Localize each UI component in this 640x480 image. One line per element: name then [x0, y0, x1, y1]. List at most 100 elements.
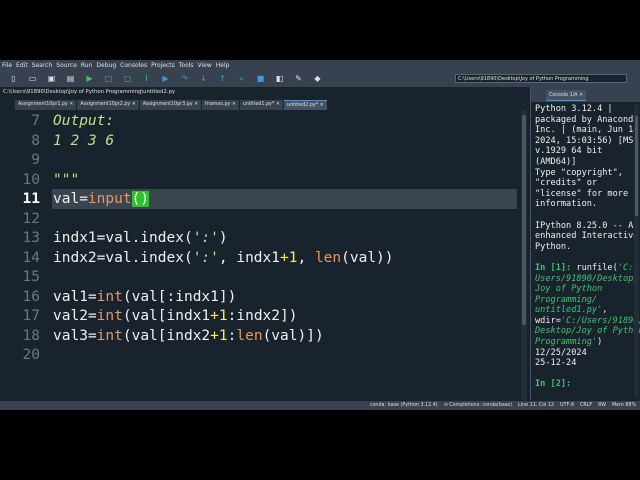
- spyder-window: File Edit Search Source Run Debug Consoles Proj…: [0, 60, 640, 410]
- code-token: +1: [210, 308, 228, 324]
- run-cell-advance-icon[interactable]: ▢: [118, 73, 137, 85]
- line-number: 15: [22, 269, 40, 285]
- code-line: val1=int(val[:indx1]): [53, 287, 236, 307]
- menu-file[interactable]: File: [2, 62, 12, 69]
- code-token: input: [87, 191, 132, 207]
- editor-tab[interactable]: Assignment10pr1.py ✕: [15, 100, 77, 110]
- code-token: +1: [210, 327, 228, 344]
- line-number: 12: [22, 210, 40, 227]
- code-token: int: [96, 288, 123, 305]
- code-token: 1 2 3 6: [53, 132, 115, 149]
- code-token: (val)): [341, 249, 394, 266]
- editor-tab[interactable]: Assignment10pr3.py ✕: [139, 100, 202, 110]
- menu-bar: File Edit Search Source Run Debug Consoles Proj…: [0, 60, 640, 70]
- code-token: (val)]): [262, 327, 324, 344]
- line-number: 11: [22, 191, 40, 207]
- line-number: 20: [22, 347, 40, 363]
- step-icon[interactable]: ↷: [175, 73, 194, 85]
- run-selection-icon[interactable]: I: [137, 73, 156, 85]
- save-all-icon[interactable]: ▤: [61, 73, 80, 85]
- menu-search[interactable]: Search: [32, 62, 53, 69]
- status-item: UTF-8: [560, 403, 575, 408]
- status-item: ⟲ Completions: conda(base): [443, 403, 513, 408]
- code-token: int: [96, 327, 123, 344]
- stop-icon[interactable]: ■: [251, 73, 270, 85]
- status-item: RW: [598, 403, 607, 408]
- editor-tab[interactable]: untitled1.py* ✕: [239, 100, 283, 110]
- code-token: ): [218, 230, 228, 246]
- code-token: val2=: [53, 308, 97, 324]
- code-token: ':': [192, 249, 219, 266]
- console-banner: Python 3.12.4 | packaged by Anaconda, In…: [535, 104, 640, 252]
- code-token: ':': [192, 230, 219, 246]
- code-line: """: [53, 170, 79, 190]
- editor-tab[interactable]: Assignment10pr2.py ✕: [77, 100, 139, 110]
- code-token: int: [96, 308, 123, 324]
- maximize-pane-icon[interactable]: ◧: [270, 73, 289, 85]
- line-numbers: 7 8 9 10 11 12 13 14 15 16 17 18 20: [0, 110, 50, 400]
- code-token: val=: [53, 191, 88, 207]
- new-file-icon[interactable]: ▯: [4, 73, 23, 85]
- code-line: val3=int(val[indx2+1:len(val)]): [53, 326, 324, 346]
- cmd: ): [597, 337, 603, 348]
- console-output: Python 3.12.4 | packaged by Anaconda, In…: [535, 104, 640, 390]
- code-token: indx2=val.index(: [53, 249, 193, 266]
- console-scrollbar[interactable]: [634, 104, 639, 397]
- run-icon[interactable]: ▶: [80, 73, 99, 85]
- editor-tab[interactable]: fnames.py ✕: [202, 100, 239, 110]
- run-cell-icon[interactable]: ▢: [99, 73, 118, 85]
- code-editor[interactable]: 7 8 9 10 11 12 13 14 15 16 17 18 20 Output: 1 2 3 6 ""…: [0, 110, 528, 400]
- console-tab[interactable]: Console 1/A ✕: [546, 90, 587, 101]
- code-token: ,: [297, 249, 315, 266]
- code-token: (val[indx2: [122, 327, 211, 344]
- editor-tab[interactable]: untitled2.py* ✕: [283, 100, 327, 110]
- line-number: 10: [22, 171, 40, 188]
- menu-edit[interactable]: Edit: [16, 62, 28, 69]
- code-line: Output:: [53, 111, 114, 131]
- prompt: In [2]:: [535, 379, 572, 390]
- code-token: :indx2]): [227, 308, 298, 324]
- code-token: (): [131, 191, 150, 207]
- line-number: 7: [31, 113, 40, 129]
- code-token: val1=: [53, 288, 97, 305]
- step-into-icon[interactable]: ↓: [194, 73, 213, 85]
- continue-icon[interactable]: »: [232, 73, 251, 85]
- line-number: 13: [22, 230, 40, 246]
- status-item: Mem 88%: [612, 403, 636, 408]
- editor-scrollbar[interactable]: [521, 110, 527, 400]
- code-line: 1 2 3 6: [53, 131, 114, 151]
- code-token: (val[indx1: [122, 308, 211, 324]
- save-icon[interactable]: ▣: [42, 73, 61, 85]
- menu-debug[interactable]: Debug: [96, 62, 116, 69]
- menu-tools[interactable]: Tools: [179, 62, 194, 69]
- working-directory-input[interactable]: C:\Users\91890\Desktop\Joy of Python Pro…: [455, 74, 627, 83]
- code-line: val=input(): [53, 189, 150, 209]
- menu-help[interactable]: Help: [216, 62, 230, 69]
- line-number: 16: [22, 288, 40, 305]
- editor-tabs: Assignment10pr1.py ✕ Assignment10pr2.py ✕…: [0, 98, 528, 110]
- menu-run[interactable]: Run: [81, 62, 93, 69]
- line-number: 18: [22, 327, 40, 344]
- menu-source[interactable]: Source: [56, 62, 77, 69]
- code-token: len: [314, 249, 342, 266]
- code-token: Output:: [53, 113, 115, 129]
- step-return-icon[interactable]: ↑: [213, 73, 232, 85]
- code-line: indx2=val.index(':', indx1+1, len(val)): [53, 248, 394, 268]
- open-file-icon[interactable]: ▭: [23, 73, 42, 85]
- ipython-console[interactable]: Console 1/A ✕ Python 3.12.4 | packaged b…: [530, 87, 640, 400]
- menu-projects[interactable]: Projects: [151, 62, 175, 69]
- program-output: 12/25/2024 25-12-24: [535, 347, 587, 369]
- file-path: C:\Users\91890\Desktop\Joy of Python Pro…: [0, 87, 528, 98]
- code-token: val3=: [53, 327, 97, 344]
- debug-icon[interactable]: ▶: [156, 73, 175, 85]
- prompt: In [1]:: [535, 262, 572, 273]
- preferences-icon[interactable]: ✎: [289, 73, 308, 85]
- cmd: runfile(: [571, 262, 618, 273]
- menu-view[interactable]: View: [198, 62, 212, 69]
- line-number: 8: [31, 132, 40, 149]
- menu-consoles[interactable]: Consoles: [120, 62, 147, 69]
- python-path-icon[interactable]: ◆: [308, 73, 327, 85]
- code-token: +1: [280, 249, 298, 266]
- status-item: CRLF: [580, 403, 593, 408]
- code-token: """: [53, 171, 80, 188]
